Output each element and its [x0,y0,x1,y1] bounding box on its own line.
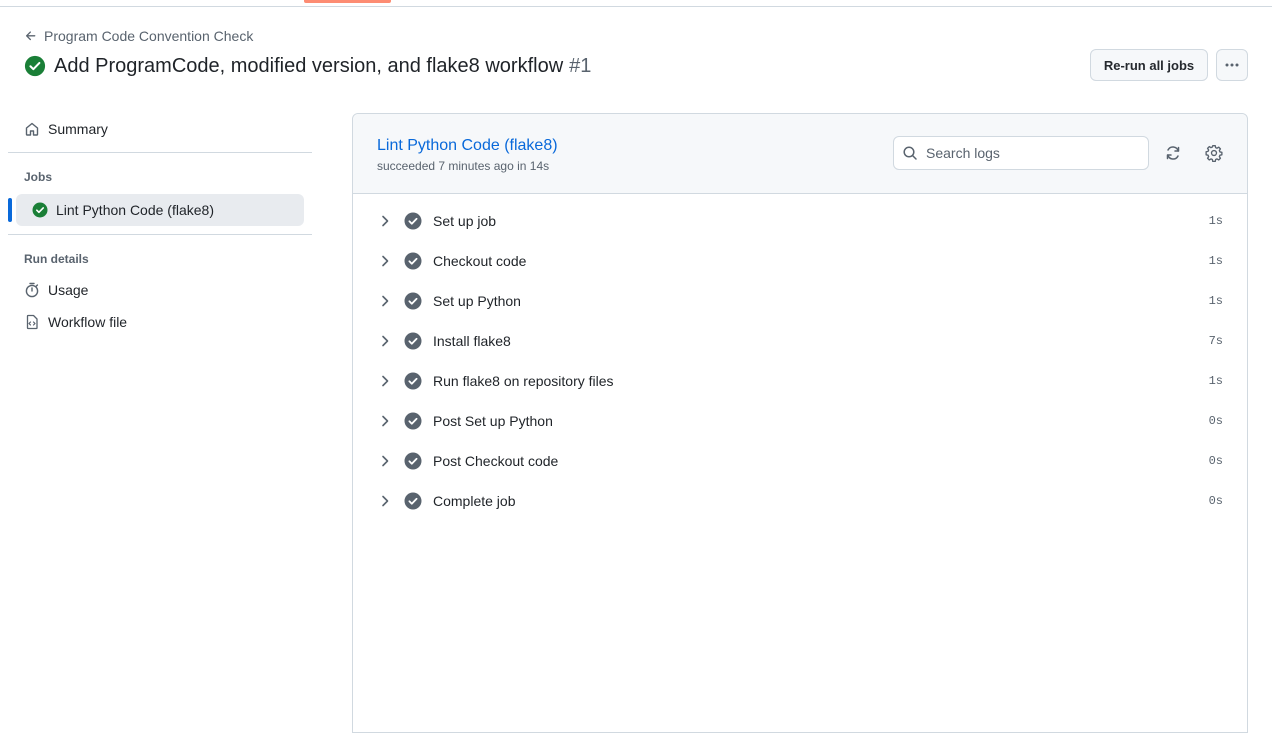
job-title-link[interactable]: Lint Python Code (flake8) [377,137,558,155]
chevron-right-icon [382,335,389,347]
gear-icon [1205,145,1223,162]
step-row[interactable]: Install flake8 7s [353,321,1247,361]
check-circle-fill-icon [24,55,46,77]
step-row[interactable]: Post Set up Python 0s [353,401,1247,441]
top-nav-bar [0,0,1272,7]
arrow-left-icon [25,31,36,41]
sidebar-job-label: Lint Python Code (flake8) [56,202,214,218]
search-logs-box[interactable] [893,136,1149,170]
job-log-panel: Lint Python Code (flake8) succeeded 7 mi… [352,113,1248,733]
sidebar-divider [8,152,312,153]
chevron-right-icon [382,455,389,467]
settings-button[interactable] [1202,141,1226,165]
sidebar-item-label: Summary [48,121,108,137]
step-name: Post Set up Python [433,413,553,429]
check-circle-icon [404,212,422,230]
run-details-heading: Run details [24,252,89,266]
jobs-heading: Jobs [24,170,53,184]
sidebar-item-usage[interactable]: Usage [8,274,312,306]
run-number: #1 [569,54,592,77]
step-row[interactable]: Run flake8 on repository files 1s [353,361,1247,401]
rerun-all-jobs-button[interactable]: Re-run all jobs [1090,49,1208,81]
sidebar-item-summary[interactable]: Summary [8,113,312,145]
sidebar-divider [8,234,312,235]
chevron-right-icon [382,215,389,227]
step-name: Run flake8 on repository files [433,373,614,389]
job-header: Lint Python Code (flake8) succeeded 7 mi… [353,114,1247,194]
job-status-text: succeeded 7 minutes ago in 14s [377,159,550,173]
step-row[interactable]: Checkout code 1s [353,241,1247,281]
search-logs-input[interactable] [926,145,1136,161]
check-circle-icon [404,252,422,270]
step-row[interactable]: Set up job 1s [353,201,1247,241]
step-name: Checkout code [433,253,527,269]
file-code-icon [26,314,38,330]
sidebar: Summary Jobs Lint Python Code (flake8) R… [8,112,312,338]
sidebar-item-workflow-file[interactable]: Workflow file [8,306,312,338]
sidebar-job-lint-python[interactable]: Lint Python Code (flake8) [8,194,304,226]
step-name: Complete job [433,493,516,509]
chevron-right-icon [382,375,389,387]
check-circle-icon [404,372,422,390]
step-duration: 0s [1208,414,1223,428]
selected-marker [8,198,12,222]
sync-icon [1166,146,1180,160]
check-circle-fill-icon [32,202,48,218]
step-duration: 1s [1208,254,1223,268]
step-name: Install flake8 [433,333,511,349]
chevron-right-icon [382,255,389,267]
refresh-button[interactable] [1161,141,1185,165]
step-duration: 0s [1208,454,1223,468]
check-circle-icon [404,492,422,510]
kebab-horizontal-icon [1225,63,1239,67]
home-icon [25,122,39,136]
active-tab-underline [304,0,391,3]
step-duration: 1s [1208,214,1223,228]
check-circle-icon [404,292,422,310]
step-name: Post Checkout code [433,453,559,469]
more-options-button[interactable] [1216,49,1248,81]
stopwatch-icon [25,282,39,298]
job-steps-list: Set up job 1s Checkout code 1s Set up Py… [353,194,1247,521]
page-title-row: Add ProgramCode, modified version, and f… [24,53,591,79]
step-name: Set up Python [433,293,521,309]
search-icon [903,146,917,160]
chevron-right-icon [382,295,389,307]
sidebar-item-label: Workflow file [48,314,128,330]
step-duration: 0s [1208,494,1223,508]
back-to-workflow-link[interactable]: Program Code Convention Check [24,27,253,45]
chevron-right-icon [382,415,389,427]
check-circle-icon [404,332,422,350]
back-link-label: Program Code Convention Check [44,28,254,44]
step-duration: 1s [1208,374,1223,388]
step-duration: 7s [1208,334,1223,348]
chevron-right-icon [382,495,389,507]
step-duration: 1s [1208,294,1223,308]
page-title: Add ProgramCode, modified version, and f… [54,54,564,77]
step-row[interactable]: Complete job 0s [353,481,1247,521]
sidebar-item-label: Usage [48,282,89,298]
step-row[interactable]: Post Checkout code 0s [353,441,1247,481]
step-row[interactable]: Set up Python 1s [353,281,1247,321]
check-circle-icon [404,412,422,430]
step-name: Set up job [433,213,497,229]
check-circle-icon [404,452,422,470]
